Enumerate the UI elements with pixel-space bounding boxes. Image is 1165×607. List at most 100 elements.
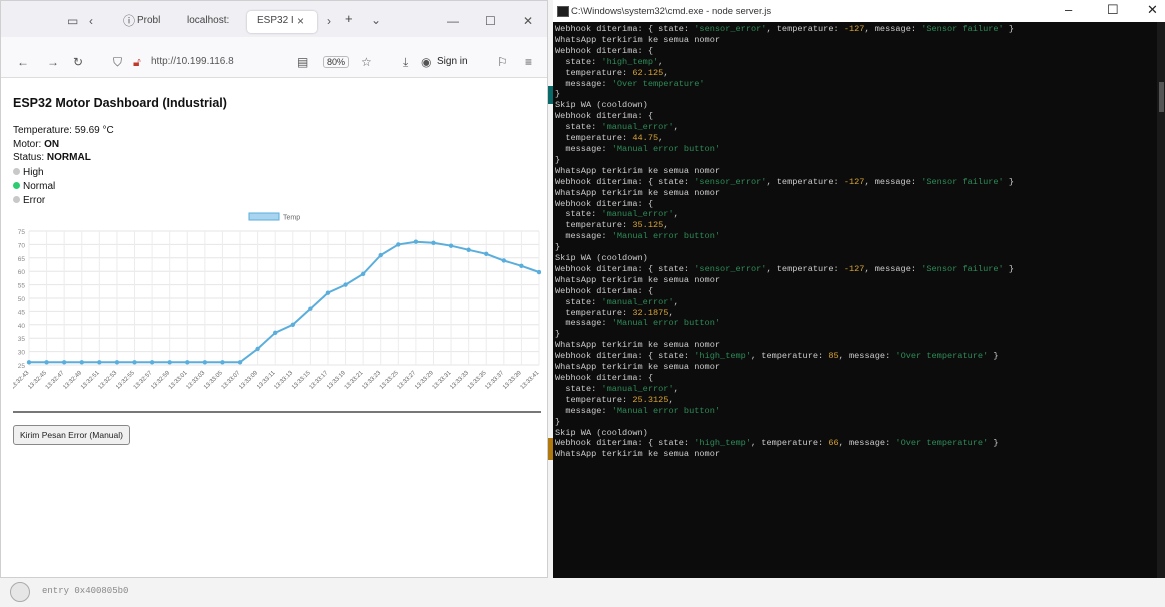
data-point: [61, 360, 67, 365]
y-tick-label: 40: [18, 323, 26, 330]
terminal-text: Webhook diterima: { state:: [555, 24, 695, 34]
tab-localhost[interactable]: localhost:: [187, 15, 229, 26]
terminal-text: -127: [843, 176, 865, 187]
indicator-normal-label: Normal: [23, 181, 56, 192]
data-point: [79, 360, 84, 365]
terminal-text: }: [1003, 263, 1015, 274]
terminal-maximize-icon[interactable]: ☐: [1107, 2, 1119, 18]
terminal-text: Webhook diterima: { state:: [555, 263, 695, 274]
terminal-text: ,: [658, 133, 664, 144]
high-dot-icon: [13, 168, 20, 175]
reload-icon[interactable]: ↻: [73, 55, 83, 69]
terminal-text: 'Manual error button': [611, 143, 721, 154]
reader-view-icon[interactable]: ▤: [297, 55, 308, 69]
terminal-text: Webhook diterima: {: [555, 111, 653, 122]
terminal-text: -127: [843, 263, 865, 274]
terminal-text: message:: [555, 318, 612, 329]
terminal-text: message:: [555, 78, 612, 89]
y-tick-label: 75: [18, 229, 26, 236]
zoom-level-button[interactable]: 80%: [323, 56, 350, 68]
account-icon[interactable]: ◉: [421, 55, 431, 69]
terminal-text: 'manual_error': [601, 122, 674, 133]
terminal-output[interactable]: Webhook diterima: { state: 'sensor_error…: [555, 24, 1155, 460]
forward-icon[interactable]: →: [47, 55, 59, 69]
terminal-text: , message:: [864, 24, 922, 34]
tab-overview-icon[interactable]: ▭: [67, 14, 78, 28]
motor-value: ON: [44, 139, 60, 150]
terminal-text: , message:: [838, 438, 896, 449]
minimize-icon[interactable]: —: [447, 14, 459, 28]
y-tick-label: 25: [18, 363, 26, 370]
terminal-text: }: [1003, 176, 1015, 187]
terminal-text: message:: [555, 143, 612, 154]
terminal-text: 25.3125: [632, 394, 669, 405]
terminal-text: 'manual_error': [601, 383, 674, 394]
data-point: [536, 269, 541, 275]
close-icon[interactable]: ✕: [523, 14, 533, 28]
sign-in-button[interactable]: Sign in: [437, 56, 468, 67]
data-point: [167, 360, 172, 365]
terminal-text: 'Sensor failure': [921, 176, 1004, 187]
chevron-down-icon[interactable]: ⌄: [371, 13, 381, 27]
back-icon[interactable]: ←: [17, 55, 29, 69]
bookmark-star-icon[interactable]: ☆: [361, 55, 372, 69]
manual-error-button[interactable]: Kirim Pesan Error (Manual): [13, 425, 130, 445]
indicator-error: Error: [13, 195, 45, 206]
menu-icon[interactable]: ≡: [525, 55, 532, 69]
download-icon[interactable]: ⤓: [403, 55, 408, 69]
terminal-title: C:\Windows\system32\cmd.exe - node serve…: [571, 6, 772, 17]
scrollbar-thumb[interactable]: [1159, 82, 1164, 112]
data-point: [378, 252, 383, 258]
terminal-text: state:: [555, 122, 602, 133]
terminal-text: Webhook diterima: {: [555, 198, 653, 209]
insecure-lock-icon[interactable]: 🔓︎: [133, 55, 141, 69]
avatar: [10, 582, 30, 602]
maximize-icon[interactable]: ☐: [485, 14, 496, 28]
data-point: [97, 360, 102, 365]
terminal-text: Webhook diterima: { state:: [555, 351, 695, 362]
terminal-text: 'Over temperature': [895, 351, 989, 362]
terminal-line: message: 'Over temperature': [555, 79, 1155, 90]
y-tick-label: 65: [18, 256, 26, 263]
url-input[interactable]: http://10.199.116.8: [151, 56, 234, 67]
terminal-line: message: 'Manual error button': [555, 231, 1155, 242]
tab-close-icon[interactable]: ×: [297, 14, 304, 28]
terminal-line: temperature: 62.125,: [555, 68, 1155, 79]
terminal-line: Webhook diterima: {: [555, 199, 1155, 210]
x-tick-label: 13:33:41: [520, 370, 541, 391]
terminal-text: message:: [555, 231, 612, 242]
terminal-text: ,: [673, 209, 679, 220]
new-tab-button[interactable]: +: [345, 11, 353, 26]
terminal-scrollbar[interactable]: [1157, 22, 1165, 578]
status-value: NORMAL: [46, 152, 91, 163]
chevron-left-icon[interactable]: ‹: [89, 14, 93, 28]
terminal-text: 32.1875: [632, 307, 669, 318]
extensions-icon[interactable]: ⚐: [497, 55, 508, 69]
data-point: [185, 360, 190, 365]
terminal-text: 'Manual error button': [611, 405, 721, 416]
chevron-right-icon[interactable]: ›: [327, 14, 331, 28]
y-tick-label: 70: [18, 242, 26, 249]
terminal-text: 'high_temp': [601, 56, 659, 67]
terminal-line: temperature: 35.125,: [555, 220, 1155, 231]
terminal-line: WhatsApp terkirim ke semua nomor: [555, 275, 1155, 286]
terminal-window: C:\Windows\system32\cmd.exe - node serve…: [553, 0, 1165, 578]
terminal-text: 'sensor_error': [694, 263, 767, 274]
terminal-line: Skip WA (cooldown): [555, 253, 1155, 264]
terminal-text: 'manual_error': [601, 296, 674, 307]
y-tick-label: 45: [18, 309, 26, 316]
terminal-text: ,: [673, 383, 679, 394]
terminal-close-icon[interactable]: ✕: [1147, 2, 1158, 18]
tab-problem[interactable]: Probl: [137, 15, 160, 26]
data-point: [273, 330, 278, 336]
terminal-line: state: 'manual_error',: [555, 384, 1155, 395]
data-point: [132, 360, 137, 365]
y-tick-label: 35: [18, 336, 26, 343]
terminal-text: WhatsApp terkirim ke semua nomor: [555, 34, 721, 45]
data-point: [448, 243, 454, 248]
data-point: [325, 290, 331, 295]
terminal-minimize-icon[interactable]: –: [1065, 2, 1072, 17]
shield-icon[interactable]: ⛉: [113, 55, 122, 69]
terminal-text: }: [555, 89, 561, 100]
terminal-line: temperature: 25.3125,: [555, 395, 1155, 406]
